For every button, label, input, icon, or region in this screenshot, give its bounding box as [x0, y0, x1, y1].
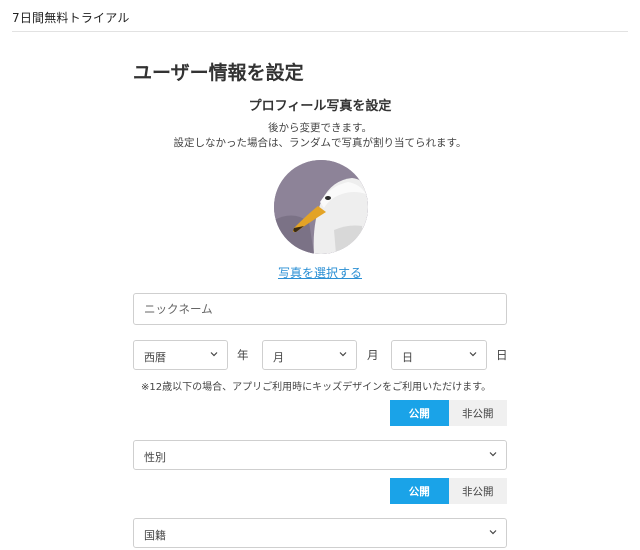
gender-public-option[interactable]: 公開	[390, 478, 449, 504]
month-unit-label: 月	[367, 348, 379, 362]
birthday-visibility-toggle: 公開 非公開	[390, 400, 507, 426]
select-photo-link[interactable]: 写真を選択する	[278, 266, 362, 280]
year-unit-label: 年	[237, 348, 249, 362]
seagull-photo	[274, 160, 368, 254]
chevron-down-icon	[469, 352, 477, 357]
gender-private-option[interactable]: 非公開	[448, 478, 507, 504]
nationality-select-value: 国籍	[144, 529, 166, 542]
brand-title: 7日間無料トライアル	[12, 11, 130, 25]
profile-avatar	[274, 160, 368, 254]
birthday-private-option[interactable]: 非公開	[448, 400, 507, 426]
day-select[interactable]: 日	[391, 340, 487, 370]
gender-select-value: 性別	[144, 451, 166, 464]
chevron-down-icon	[489, 452, 497, 457]
photo-section-title: プロフィール写真を設定	[248, 99, 392, 114]
birthday-public-option[interactable]: 公開	[390, 400, 449, 426]
chevron-down-icon	[489, 530, 497, 535]
era-select-value: 西暦	[144, 351, 166, 364]
day-unit-label: 日	[496, 348, 508, 362]
top-bar: 7日間無料トライアル	[12, 0, 628, 32]
page-title: ユーザー情報を設定	[133, 62, 304, 84]
gender-visibility-toggle: 公開 非公開	[390, 478, 507, 504]
nickname-input[interactable]	[133, 293, 507, 325]
chevron-down-icon	[339, 352, 347, 357]
nationality-select[interactable]: 国籍	[133, 518, 507, 548]
era-select[interactable]: 西暦	[133, 340, 228, 370]
month-select[interactable]: 月	[262, 340, 357, 370]
kids-design-note: ※12歳以下の場合、アプリご利用時にキッズデザインをご利用いただけます。	[141, 382, 492, 393]
select-photo-container: 写真を選択する	[133, 264, 507, 281]
photo-description-1: 後から変更できます。	[268, 122, 372, 134]
photo-description-2: 設定しなかった場合は、ランダムで写真が割り当てられます。	[173, 137, 467, 149]
day-select-value: 日	[402, 351, 413, 364]
gender-select[interactable]: 性別	[133, 440, 507, 470]
month-select-value: 月	[273, 351, 284, 364]
chevron-down-icon	[210, 352, 218, 357]
